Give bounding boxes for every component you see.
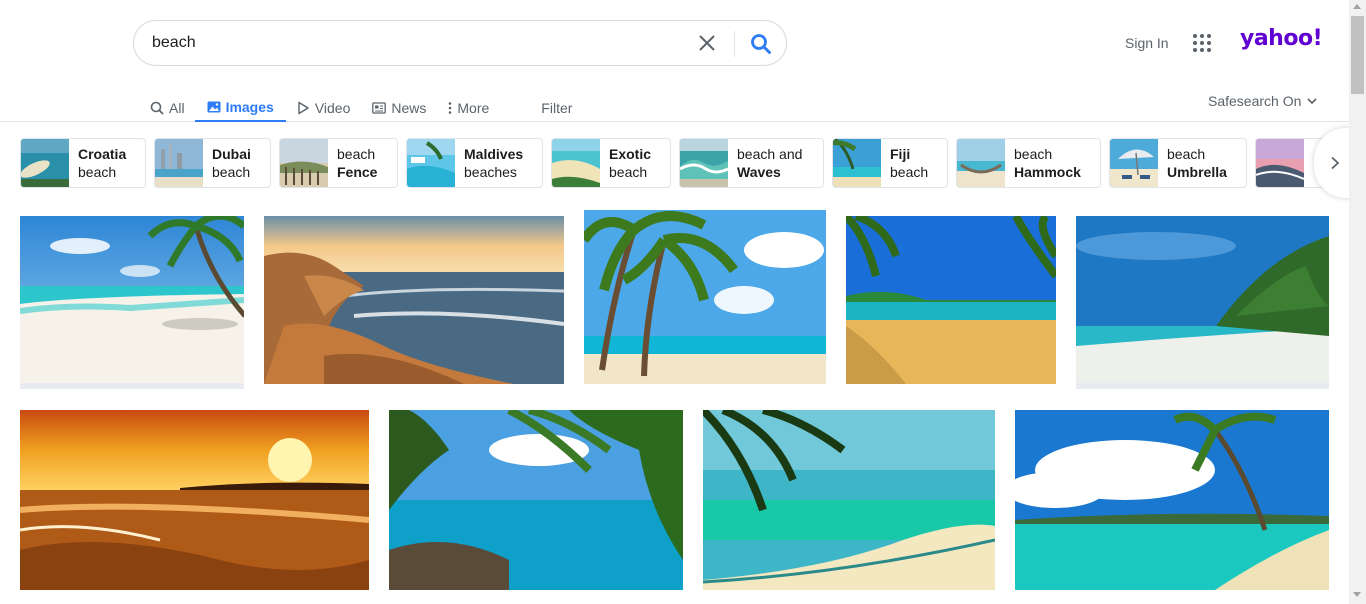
safesearch-label: Safesearch On	[1208, 93, 1302, 109]
related-pill-maldives[interactable]: Maldives beaches	[406, 138, 543, 188]
chevron-down-icon	[1307, 98, 1317, 105]
related-thumbnail	[155, 139, 203, 187]
related-pill-hammock[interactable]: beach Hammock	[956, 138, 1101, 188]
related-thumbnail	[680, 139, 728, 187]
page-scrollbar[interactable]	[1349, 0, 1366, 604]
search-box[interactable]	[133, 20, 787, 66]
related-pill-umbrella[interactable]: beach Umbrella	[1109, 138, 1247, 188]
related-pill-dubai[interactable]: Dubai beach	[154, 138, 271, 188]
related-thumbnail	[1256, 139, 1304, 187]
search-icon[interactable]	[749, 32, 773, 56]
tab-images[interactable]: Images	[194, 90, 286, 122]
related-pill-text: beach Hammock	[1014, 146, 1081, 180]
search-icon	[150, 101, 164, 115]
related-pill-text: Croatia beach	[78, 146, 127, 180]
tab-news[interactable]: News	[372, 90, 426, 122]
tab-label: Video	[314, 99, 351, 116]
play-icon	[298, 101, 309, 114]
related-searches: Croatia beach Dubai beach beach Fence Maldi…	[20, 138, 1332, 188]
image-result[interactable]	[1076, 216, 1329, 389]
scroll-down-arrow-icon[interactable]	[1353, 592, 1361, 597]
tab-label: More	[457, 99, 490, 116]
filter-label: Filter	[541, 99, 573, 116]
beach-image	[1076, 216, 1329, 383]
image-result[interactable]	[846, 216, 1056, 384]
related-thumbnail	[957, 139, 1005, 187]
image-result[interactable]	[20, 410, 369, 590]
image-result[interactable]	[20, 216, 244, 389]
tab-all[interactable]: All	[150, 90, 185, 122]
sign-in-link[interactable]: Sign In	[1125, 35, 1169, 51]
beach-image	[20, 410, 369, 590]
related-pill-text: Fiji beach	[890, 146, 929, 180]
image-result[interactable]	[264, 216, 564, 384]
related-pill-text: Exotic beach	[609, 146, 652, 180]
related-pill-text: Dubai beach	[212, 146, 251, 180]
image-result[interactable]	[389, 410, 683, 590]
related-thumbnail	[833, 139, 881, 187]
related-pill-text: beach and Waves	[737, 146, 803, 180]
related-pill-fiji[interactable]: Fiji beach	[832, 138, 948, 188]
related-pill-text: Maldives beaches	[464, 146, 524, 180]
related-thumbnail	[21, 139, 69, 187]
beach-image	[264, 216, 564, 384]
beach-image	[584, 210, 826, 384]
filter-button[interactable]: Filter	[541, 90, 572, 122]
search-input[interactable]	[152, 34, 672, 52]
news-icon	[372, 101, 387, 114]
scroll-up-arrow-icon[interactable]	[1353, 4, 1361, 9]
beach-image	[389, 410, 683, 590]
beach-image	[20, 216, 244, 383]
related-pill-fence[interactable]: beach Fence	[279, 138, 398, 188]
chevron-right-icon	[1331, 156, 1340, 170]
apps-grid-icon[interactable]	[1193, 34, 1211, 52]
related-pill-text: beach Fence	[337, 146, 378, 180]
safesearch-dropdown[interactable]: Safesearch On	[1208, 93, 1317, 109]
tab-label: Images	[225, 98, 274, 115]
related-thumbnail	[280, 139, 328, 187]
related-thumbnail	[552, 139, 600, 187]
header: Sign In yahoo! All Images Video News Mor…	[0, 0, 1349, 122]
beach-image	[846, 216, 1056, 384]
search-divider	[734, 31, 735, 57]
related-pill-waves[interactable]: beach and Waves	[679, 138, 824, 188]
tab-video[interactable]: Video	[296, 90, 351, 122]
image-result[interactable]	[1015, 410, 1329, 590]
tab-more[interactable]: More	[448, 90, 489, 122]
beach-image	[1015, 410, 1329, 590]
scroll-thumb[interactable]	[1351, 16, 1364, 94]
beach-image	[703, 410, 995, 590]
vertical-tabs: All Images Video News More Filter	[150, 90, 594, 122]
yahoo-logo[interactable]: yahoo!	[1240, 26, 1323, 51]
tab-label: News	[391, 99, 427, 116]
image-result[interactable]	[703, 410, 995, 590]
image-result[interactable]	[584, 210, 826, 384]
related-thumbnail	[1110, 139, 1158, 187]
related-pill-croatia[interactable]: Croatia beach	[20, 138, 146, 188]
more-vertical-icon	[449, 101, 452, 114]
related-thumbnail	[407, 139, 455, 187]
tab-label: All	[169, 99, 185, 116]
image-icon	[207, 101, 221, 112]
related-pill-exotic[interactable]: Exotic beach	[551, 138, 671, 188]
related-pill-text: beach Umbrella	[1167, 146, 1227, 180]
clear-icon[interactable]	[697, 33, 717, 53]
